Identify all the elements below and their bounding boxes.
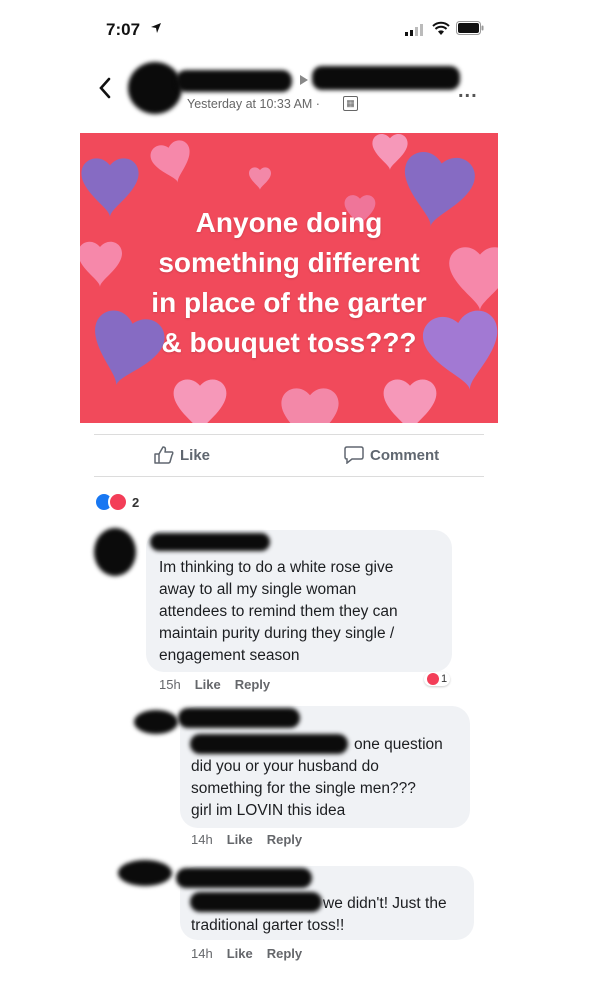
redacted-author-name — [176, 70, 292, 92]
post-image-line: & bouquet toss??? — [161, 327, 417, 358]
love-reaction-icon — [108, 492, 128, 512]
comment-time: 15h — [159, 677, 181, 692]
comment-line: girl im LOVIN this idea — [191, 802, 346, 819]
like-label: Like — [180, 446, 211, 464]
comment-label: Comment — [370, 446, 440, 464]
comment-reaction[interactable]: 1 — [424, 672, 451, 686]
love-reaction-icon — [427, 673, 439, 685]
comment-text: Im thinking to do a white rose give away… — [159, 557, 398, 667]
comment-text: we didn't! Just the traditional garter t… — [191, 893, 471, 937]
comment-line: something for the single men??? — [191, 780, 416, 797]
comment-line: did you or your husband do — [191, 758, 379, 775]
redacted-commenter-name — [176, 868, 312, 888]
reaction-count: 2 — [132, 494, 140, 510]
redacted-commenter-name — [178, 708, 300, 728]
post-image-line: in place of the garter — [151, 287, 427, 318]
reaction-summary[interactable]: 2 — [94, 492, 139, 512]
comment-reply-link[interactable]: Reply — [267, 946, 302, 961]
redacted-avatar — [128, 62, 182, 114]
comment-like-link[interactable]: Like — [195, 677, 221, 692]
comment-icon — [344, 446, 364, 464]
comment-reply-link[interactable]: Reply — [267, 832, 302, 847]
comment-meta: 14h Like Reply — [191, 946, 302, 961]
thumbs-up-icon — [154, 446, 174, 464]
comment-time: 14h — [191, 832, 213, 847]
comment-line: Im thinking to do a white rose give — [159, 559, 394, 576]
divider — [94, 434, 484, 435]
location-arrow-icon — [151, 23, 161, 33]
comment-meta: 14h Like Reply — [191, 832, 302, 847]
status-time: 7:07 — [106, 20, 141, 39]
comment-line: away to all my single woman — [159, 581, 357, 598]
share-arrow-icon — [300, 75, 308, 85]
post-image-line: something different — [158, 247, 420, 278]
comment-like-link[interactable]: Like — [227, 946, 253, 961]
comment-like-link[interactable]: Like — [227, 832, 253, 847]
redacted-commenter-name — [150, 533, 270, 551]
comment-reply-link[interactable]: Reply — [235, 677, 270, 692]
redacted-avatar — [94, 528, 136, 576]
comment-meta: 15h Like Reply — [159, 677, 270, 692]
comment-line: one question — [354, 736, 443, 753]
wifi-icon — [432, 21, 450, 35]
comment-time: 14h — [191, 946, 213, 961]
comment-reaction-count: 1 — [441, 673, 448, 685]
comment-line: traditional garter toss!! — [191, 917, 345, 934]
redacted-avatar — [118, 860, 172, 886]
comment-line: we didn't! Just the — [323, 895, 447, 912]
comment-button[interactable]: Comment — [344, 446, 439, 464]
like-button[interactable]: Like — [154, 446, 210, 464]
post-image-line: Anyone doing — [195, 207, 383, 238]
post-image-text: Anyone doing something different in plac… — [80, 203, 498, 363]
redacted-group-name — [312, 66, 460, 90]
divider — [94, 476, 484, 477]
post-image[interactable]: Anyone doing something different in plac… — [80, 133, 498, 423]
comment-line: engagement season — [159, 647, 300, 664]
comment-line: maintain purity during they single / — [159, 625, 395, 642]
more-options-button[interactable]: ... — [458, 80, 478, 103]
comment-line: attendees to remind them they can — [159, 603, 398, 620]
calendar-icon: ▦ — [343, 96, 358, 111]
comment-text: one question did you or your husband do … — [191, 734, 461, 822]
signal-icon — [405, 24, 423, 36]
redacted-avatar — [134, 710, 178, 734]
back-chevron-icon[interactable] — [98, 77, 112, 99]
post-timestamp: Yesterday at 10:33 AM · — [187, 97, 320, 111]
battery-icon — [456, 21, 484, 35]
